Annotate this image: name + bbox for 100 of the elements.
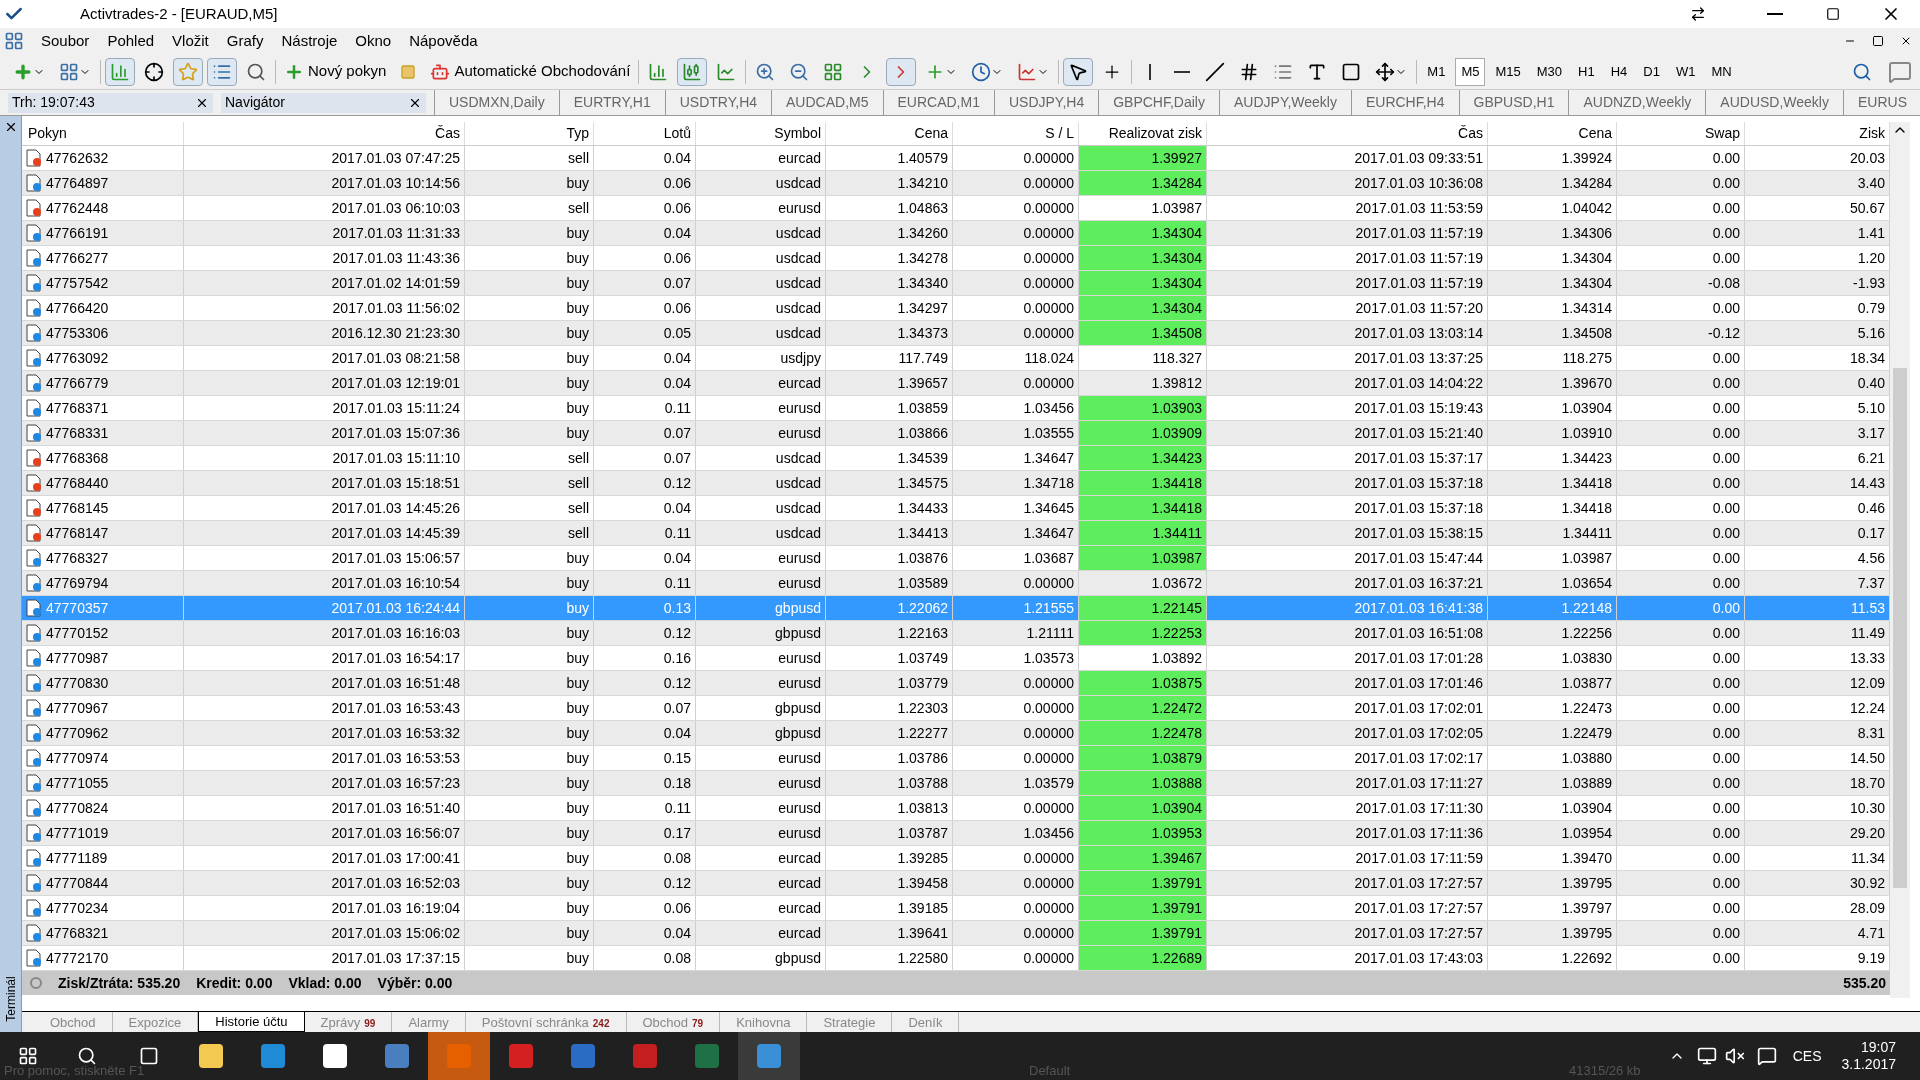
table-row[interactable]: 47770152 2017.01.03 16:16:03 buy 0.12 gbpusd 1.22163 1.21111 1.22253 2017.01.03 16:51:08 1.22256 0.00 11.49: [22, 621, 1890, 646]
table-row[interactable]: 47770357 2017.01.03 16:24:44 buy 0.13 gbpusd 1.22062 1.21555 1.22145 2017.01.03 16:41:38 1.22148 0.00 11.53: [22, 596, 1890, 621]
table-row[interactable]: 47769794 2017.01.03 16:10:54 buy 0.11 eurusd 1.03589 0.00000 1.03672 2017.01.03 16:37:21 1.03654 0.00 7.37: [22, 571, 1890, 596]
table-row[interactable]: 47763092 2017.01.03 08:21:58 buy 0.04 usdjpy 117.749 118.024 118.327 2017.01.03 13:37:25 118.275 0.00 18.34: [22, 346, 1890, 371]
table-row[interactable]: 47771019 2017.01.03 16:56:07 buy 0.17 eurusd 1.03787 1.03456 1.03953 2017.01.03 17:11:36 1.03954 0.00 29.20: [22, 821, 1890, 846]
chart-tab[interactable]: EURCHF,H4: [1350, 90, 1459, 115]
restore-icon[interactable]: [1872, 35, 1884, 47]
language-indicator[interactable]: CES: [1792, 1045, 1822, 1067]
chart-tab[interactable]: USDTRY,H4: [664, 90, 772, 115]
candlestick-icon[interactable]: [677, 57, 708, 86]
table-row[interactable]: 47768371 2017.01.03 15:11:24 buy 0.11 eurusd 1.03859 1.03456 1.03903 2017.01.03 15:19:43 1.03904 0.00 5.10: [22, 396, 1890, 421]
column-header[interactable]: Pokyn: [22, 122, 184, 145]
table-row[interactable]: 47764897 2017.01.03 10:14:56 buy 0.06 usdcad 1.34210 0.00000 1.34284 2017.01.03 10:36:08 1.34284 0.00 3.40: [22, 171, 1890, 196]
column-header[interactable]: Cena: [826, 122, 953, 145]
table-row[interactable]: 47770967 2017.01.03 16:53:43 buy 0.07 gbpusd 1.22303 0.00000 1.22472 2017.01.03 17:02:01 1.22473 0.00 12.24: [22, 696, 1890, 721]
table-cell: 1.34575: [826, 471, 953, 495]
table-row[interactable]: 47762632 2017.01.03 07:47:25 sell 0.04 eurcad 1.40579 0.00000 1.39927 2017.01.03 09:33:51 1.39924 0.00 20.03: [22, 146, 1890, 171]
column-header[interactable]: Čas: [184, 122, 465, 145]
timeframe-button[interactable]: H1: [1572, 57, 1601, 86]
table-row[interactable]: 47771189 2017.01.03 17:00:41 buy 0.08 eurcad 1.39285 0.00000 1.39467 2017.01.03 17:11:59 1.39470 0.00 11.34: [22, 846, 1890, 871]
column-header[interactable]: Lotů: [594, 122, 696, 145]
clock[interactable]: 19:07 3.1.2017: [1841, 1038, 1896, 1074]
timeframe-button[interactable]: MN: [1705, 57, 1738, 86]
column-header[interactable]: Swap: [1617, 122, 1745, 145]
chart-tab[interactable]: AUDCAD,M5: [771, 90, 883, 115]
chart-tab[interactable]: AUDUSD,Weekly: [1705, 90, 1843, 115]
chat-icon[interactable]: [1888, 59, 1912, 84]
table-row[interactable]: 47770974 2017.01.03 16:53:53 buy 0.15 eurusd 1.03786 0.00000 1.03879 2017.01.03 17:02:17 1.03880 0.00 14.50: [22, 746, 1890, 771]
table-row[interactable]: 47762448 2017.01.03 06:10:03 sell 0.06 eurusd 1.04863 0.00000 1.03987 2017.01.03 11:53:59 1.04042 0.00 50.67: [22, 196, 1890, 221]
column-header[interactable]: Symbol: [696, 122, 826, 145]
terminal-tab[interactable]: Historie účtu: [198, 1012, 305, 1032]
menu-item[interactable]: Vložit: [163, 29, 218, 53]
chart-tab[interactable]: USDJPY,H4: [993, 90, 1099, 115]
table-cell: 2017.01.03 10:14:56: [184, 171, 465, 195]
scrollbar[interactable]: [1890, 122, 1910, 998]
table-row[interactable]: 47766277 2017.01.03 11:43:36 buy 0.06 usdcad 1.34278 0.00000 1.34304 2017.01.03 11:57:19 1.34304 0.00 1.20: [22, 246, 1890, 271]
chart-tab[interactable]: GBPUSD,H1: [1458, 90, 1569, 115]
menu-item[interactable]: Pohled: [98, 29, 164, 53]
table-row[interactable]: 47770234 2017.01.03 16:19:04 buy 0.06 eurcad 1.39185 0.00000 1.39791 2017.01.03 17:27:57 1.39797 0.00 28.09: [22, 896, 1890, 921]
star-button[interactable]: [173, 57, 203, 86]
timeframe-button[interactable]: M1: [1421, 57, 1452, 86]
network-icon[interactable]: [1696, 1046, 1717, 1066]
table-row[interactable]: 47770962 2017.01.03 16:53:32 buy 0.04 gbpusd 1.22277 0.00000 1.22478 2017.01.03 17:02:05 1.22479 0.00 8.31: [22, 721, 1890, 746]
table-cell: 1.34304: [1079, 246, 1207, 270]
timeframe-button[interactable]: D1: [1637, 57, 1666, 86]
list-button[interactable]: [207, 57, 237, 86]
column-header[interactable]: Čas: [1207, 122, 1488, 145]
table-cell: usdcad: [696, 496, 826, 520]
table-row[interactable]: 47768327 2017.01.03 15:06:57 buy 0.04 eurusd 1.03876 1.03687 1.03987 2017.01.03 15:47:44 1.03987 0.00 4.56: [22, 546, 1890, 571]
chart-tab[interactable]: AUDNZD,Weekly: [1568, 90, 1706, 115]
table-row[interactable]: 47770987 2017.01.03 16:54:17 buy 0.16 eurusd 1.03749 1.03573 1.03892 2017.01.03 17:01:28 1.03830 0.00 13.33: [22, 646, 1890, 671]
table-cell: 2017.01.03 15:47:44: [1207, 546, 1488, 570]
timeframe-button[interactable]: W1: [1669, 57, 1702, 86]
new-order-button[interactable]: Nový pokyn: [280, 57, 391, 86]
table-row[interactable]: 47772170 2017.01.03 17:37:15 buy 0.08 gbpusd 1.22580 0.00000 1.22689 2017.01.03 17:43:03 1.22692 0.00 9.19: [22, 946, 1890, 971]
menu-item[interactable]: Grafy: [217, 29, 273, 53]
table-row[interactable]: 47768331 2017.01.03 15:07:36 buy 0.07 eurusd 1.03866 1.03555 1.03909 2017.01.03 15:21:40 1.03910 0.00 3.17: [22, 421, 1890, 446]
chart-tab[interactable]: EURCAD,M1: [882, 90, 994, 115]
chart-tab[interactable]: AUDJPY,Weekly: [1219, 90, 1351, 115]
menu-item[interactable]: Nástroje: [272, 29, 347, 53]
timeframe-button[interactable]: M5: [1455, 57, 1486, 86]
table-row[interactable]: 47766191 2017.01.03 11:31:33 buy 0.04 usdcad 1.34260 0.00000 1.34304 2017.01.03 11:57:19 1.34306 0.00 1.41: [22, 221, 1890, 246]
table-row[interactable]: 47768321 2017.01.03 15:06:02 buy 0.04 eurcad 1.39641 0.00000 1.39791 2017.01.03 17:27:57 1.39795 0.00 4.71: [22, 921, 1890, 946]
table-row[interactable]: 47768368 2017.01.03 15:11:10 sell 0.07 usdcad 1.34539 1.34647 1.34423 2017.01.03 15:37:17 1.34423 0.00 6.21: [22, 446, 1890, 471]
chart-tab[interactable]: EURTRY,H1: [558, 90, 665, 115]
column-header[interactable]: Cena: [1488, 122, 1617, 145]
table-cell-text: 47770987: [46, 648, 109, 668]
table-row[interactable]: 47770824 2017.01.03 16:51:40 buy 0.11 eurusd 1.03813 0.00000 1.03904 2017.01.03 17:11:30 1.03904 0.00 10.30: [22, 796, 1890, 821]
table-row[interactable]: 47766779 2017.01.03 12:19:01 buy 0.04 eurcad 1.39657 0.00000 1.39812 2017.01.03 14:04:22 1.39670 0.00 0.40: [22, 371, 1890, 396]
table-row[interactable]: 47771055 2017.01.03 16:57:23 buy 0.18 eurusd 1.03788 1.03579 1.03888 2017.01.03 17:11:27 1.03889 0.00 18.70: [22, 771, 1890, 796]
menu-item[interactable]: Soubor: [32, 29, 99, 53]
menu-item[interactable]: Okno: [346, 29, 401, 53]
column-header[interactable]: Typ: [465, 122, 594, 145]
mute-icon[interactable]: [1724, 1046, 1745, 1066]
table-row[interactable]: 47768440 2017.01.03 15:18:51 sell 0.12 usdcad 1.34575 1.34718 1.34418 2017.01.03 15:37:18 1.34418 0.00 14.43: [22, 471, 1890, 496]
table-row[interactable]: 47766420 2017.01.03 11:56:02 buy 0.06 usdcad 1.34297 0.00000 1.34304 2017.01.03 11:57:20 1.34314 0.00 0.79: [22, 296, 1890, 321]
close-icon[interactable]: [1900, 35, 1912, 47]
table-row[interactable]: 47768147 2017.01.03 14:45:39 sell 0.11 usdcad 1.34413 1.34647 1.34411 2017.01.03 15:38:15 1.34411 0.00 0.17: [22, 521, 1890, 546]
table-cell: buy: [465, 921, 594, 945]
search-icon[interactable]: [1852, 61, 1872, 82]
timeframe-button[interactable]: H4: [1604, 57, 1634, 86]
timeframe-button[interactable]: M30: [1530, 57, 1569, 86]
table-row[interactable]: 47770830 2017.01.03 16:51:48 buy 0.12 eurusd 1.03779 0.00000 1.03875 2017.01.03 17:01:46 1.03877 0.00 12.09: [22, 671, 1890, 696]
column-header[interactable]: S / L: [953, 122, 1079, 145]
chart-tab[interactable]: GBPCHF,Daily: [1098, 90, 1219, 115]
order-icon: [26, 374, 42, 392]
column-header[interactable]: Realizovat zisk: [1079, 122, 1207, 145]
table-row[interactable]: 47757542 2017.01.02 14:01:59 buy 0.07 usdcad 1.34340 0.00000 1.34304 2017.01.03 11:57:19 1.34304 -0.08 -1.93: [22, 271, 1890, 296]
autoscroll-button[interactable]: [886, 57, 917, 86]
table-row[interactable]: 47753306 2016.12.30 21:23:30 buy 0.05 usdcad 1.34373 0.00000 1.34508 2017.01.03 13:03:14 1.34508 -0.12 5.16: [22, 321, 1890, 346]
chart-tab[interactable]: EURUS: [1843, 90, 1920, 115]
timeframe-button[interactable]: M15: [1489, 57, 1527, 86]
notification-icon[interactable]: [1756, 1046, 1777, 1066]
table-row[interactable]: 47770844 2017.01.03 16:52:03 buy 0.12 eurcad 1.39458 0.00000 1.39791 2017.01.03 17:27:57 1.39795 0.00 30.92: [22, 871, 1890, 896]
table-cell-text: 47766779: [46, 373, 109, 393]
table-row[interactable]: 47768145 2017.01.03 14:45:26 sell 0.04 usdcad 1.34433 1.34645 1.34418 2017.01.03 15:37:18 1.34418 0.00 0.46: [22, 496, 1890, 521]
cursor-button[interactable]: [1063, 57, 1094, 86]
menu-item[interactable]: Nápověda: [400, 29, 487, 53]
chart-tab[interactable]: USDMXN,Daily: [434, 90, 559, 115]
auto-trading-button[interactable]: Automatické Obchodování: [426, 57, 635, 86]
